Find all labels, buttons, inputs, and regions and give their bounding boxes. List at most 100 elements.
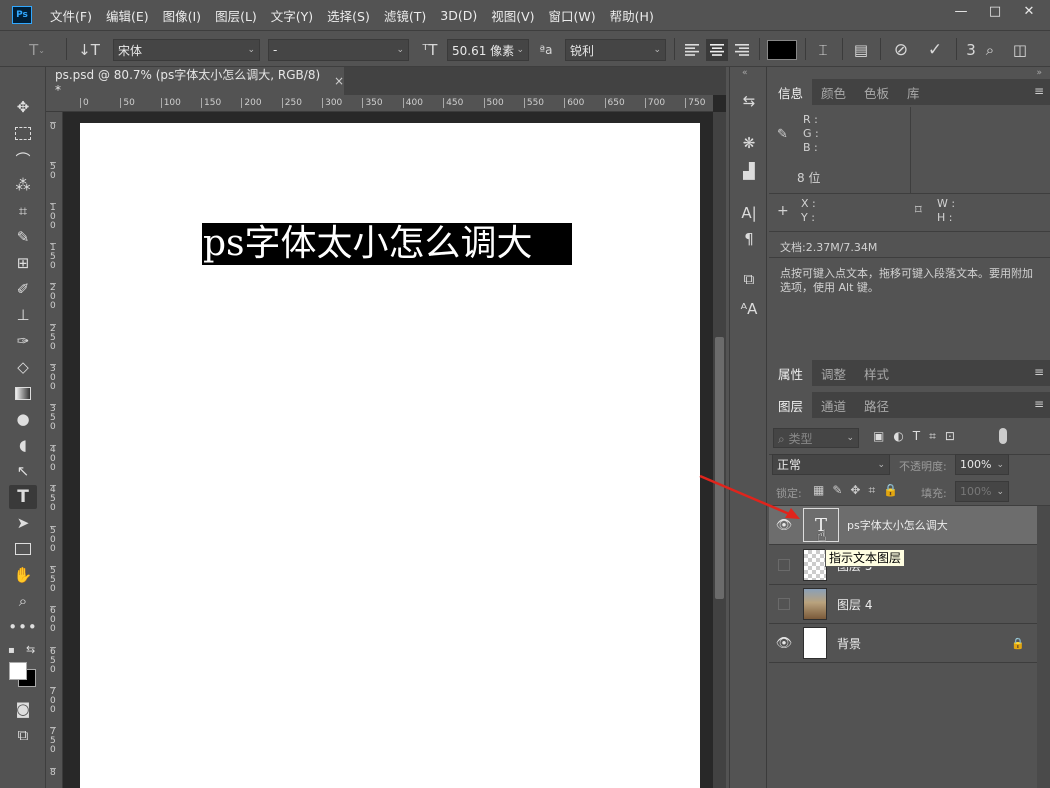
minimize-button[interactable]: — <box>944 0 978 22</box>
lock-icons[interactable]: ▦✎✥⌗🔒 <box>813 483 906 498</box>
blur-tool-icon[interactable]: ● <box>9 407 37 431</box>
tab-swatches[interactable]: 色板 <box>855 79 898 105</box>
type-tool-preset-icon[interactable]: T ⌄ <box>22 39 52 61</box>
expand-icon[interactable]: » <box>1036 68 1042 78</box>
zoom-tool-icon[interactable]: ⌕ <box>9 589 37 613</box>
rectangle-tool-icon[interactable] <box>9 537 37 561</box>
layer-name[interactable]: 图层 4 <box>837 596 872 613</box>
pen-tool-icon[interactable]: ↖ <box>9 459 37 483</box>
eraser-icon[interactable]: ◇ <box>9 355 37 379</box>
visibility-eye-icon[interactable]: 👁 <box>769 636 799 651</box>
histogram-panel-icon[interactable]: ▟ <box>736 159 762 183</box>
align-center-icon[interactable] <box>706 39 728 61</box>
layers-scrollbar[interactable] <box>1037 506 1050 788</box>
healing-brush-icon[interactable]: ⊞ <box>9 251 37 275</box>
close-window-button[interactable]: ✕ <box>1012 0 1046 22</box>
close-tab-icon[interactable]: × <box>334 74 344 88</box>
character-styles-icon[interactable]: ⧉ <box>736 267 762 291</box>
paragraph-panel-icon[interactable]: ¶ <box>736 227 762 251</box>
default-colors-icon[interactable]: ▪ <box>8 645 15 656</box>
quick-mask-icon[interactable]: ◙ <box>9 697 37 721</box>
tab-channels[interactable]: 通道 <box>812 392 855 418</box>
tab-libraries[interactable]: 库 <box>898 79 929 105</box>
commit-edit-icon[interactable]: ✓ <box>924 39 946 61</box>
paragraph-styles-icon[interactable]: ᴬA <box>736 297 762 321</box>
search-icon[interactable]: ⌕ <box>980 39 1000 61</box>
tab-styles[interactable]: 样式 <box>855 360 898 386</box>
3d-icon[interactable]: 3 <box>962 39 980 61</box>
menu-window[interactable]: 窗口(W) <box>549 6 596 25</box>
character-panel-icon[interactable]: ▤ <box>850 39 872 61</box>
font-style-select[interactable]: - ⌄ <box>268 39 409 61</box>
menu-layer[interactable]: 图层(L) <box>215 6 257 25</box>
menu-image[interactable]: 图像(I) <box>163 6 201 25</box>
marquee-tool-icon[interactable] <box>9 121 37 145</box>
lasso-tool-icon[interactable]: ⌒ <box>9 147 37 171</box>
tab-paths[interactable]: 路径 <box>855 392 898 418</box>
tab-layers[interactable]: 图层 <box>769 392 813 418</box>
cancel-edit-icon[interactable]: ⊘ <box>890 39 912 61</box>
warp-text-icon[interactable]: ⌶ <box>812 39 834 61</box>
navigator-panel-icon[interactable]: ❋ <box>736 131 762 155</box>
layer-filter-icons[interactable]: ▣◐T⌗⊡ <box>873 429 964 444</box>
more-tools-icon[interactable]: ••• <box>8 615 37 639</box>
layer-row-text[interactable]: 👁 T ps字体太小怎么调大 <box>769 506 1037 545</box>
antialias-select[interactable]: 锐利 ⌄ <box>565 39 666 61</box>
toggle-text-orientation-icon[interactable]: ↓T <box>76 39 102 61</box>
workspace-icon[interactable]: ◫ <box>1008 39 1032 61</box>
text-color-swatch[interactable] <box>767 40 797 60</box>
visibility-eye-icon[interactable]: 👁 <box>769 518 799 533</box>
layer-row-background[interactable]: 👁 背景 🔒 <box>769 624 1037 663</box>
menu-help[interactable]: 帮助(H) <box>610 6 654 25</box>
brush-tool-icon[interactable]: ✐ <box>9 277 37 301</box>
dodge-tool-icon[interactable]: ◖ <box>9 433 37 457</box>
layer-thumbnail[interactable] <box>803 549 827 581</box>
tab-properties[interactable]: 属性 <box>769 360 813 386</box>
tab-color[interactable]: 颜色 <box>812 79 855 105</box>
blend-mode-select[interactable]: 正常 ⌄ <box>772 454 890 475</box>
collapse-icon[interactable]: « <box>742 68 748 78</box>
menu-file[interactable]: 文件(F) <box>50 6 92 25</box>
magic-wand-icon[interactable]: ⁂ <box>9 173 37 197</box>
menu-type[interactable]: 文字(Y) <box>271 6 313 25</box>
screen-mode-icon[interactable]: ⧉ <box>9 723 37 747</box>
layer-row-4[interactable]: 图层 4 <box>769 585 1037 624</box>
font-family-select[interactable]: 宋体 ⌄ <box>113 39 260 61</box>
menu-filter[interactable]: 滤镜(T) <box>384 6 426 25</box>
align-right-icon[interactable] <box>732 39 752 61</box>
panel-menu-icon[interactable]: ≡ <box>1034 84 1044 98</box>
layer-name[interactable]: 背景 <box>837 635 861 652</box>
crop-tool-icon[interactable]: ⌗ <box>9 199 37 223</box>
menu-view[interactable]: 视图(V) <box>491 6 534 25</box>
move-tool-icon[interactable]: ✥ <box>9 95 37 119</box>
menu-edit[interactable]: 编辑(E) <box>106 6 149 25</box>
fill-input[interactable]: 100% ⌄ <box>955 481 1009 502</box>
layer-name[interactable]: ps字体太小怎么调大 <box>847 517 948 533</box>
photo-thumbnail[interactable] <box>803 588 827 620</box>
swap-colors-icon[interactable]: ⇆ <box>26 643 35 656</box>
panel-menu-icon[interactable]: ≡ <box>1034 397 1044 411</box>
layer-filter-select[interactable]: ⌕ 类型 ⌄ <box>773 428 859 448</box>
gradient-tool-icon[interactable] <box>9 381 37 405</box>
hand-tool-icon[interactable]: ✋ <box>9 563 37 587</box>
eyedropper-icon[interactable]: ✎ <box>9 225 37 249</box>
vertical-scrollbar[interactable] <box>713 112 726 788</box>
character-panel-icon[interactable]: A| <box>736 201 762 225</box>
path-selection-icon[interactable]: ➤ <box>9 511 37 535</box>
tab-info[interactable]: 信息 <box>769 79 813 105</box>
panel-menu-icon[interactable]: ≡ <box>1034 365 1044 379</box>
document-tab[interactable]: ps.psd @ 80.7% (ps字体太小怎么调大, RGB/8) * × <box>46 67 344 97</box>
history-panel-icon[interactable]: ⇆ <box>736 89 762 113</box>
menu-select[interactable]: 选择(S) <box>327 6 370 25</box>
filter-toggle-icon[interactable] <box>999 428 1007 444</box>
font-size-select[interactable]: 50.61 像素 ⌄ <box>447 39 529 61</box>
type-tool-icon[interactable]: T <box>9 485 37 509</box>
visibility-toggle-off[interactable] <box>778 598 790 610</box>
clone-stamp-icon[interactable]: ⊥ <box>9 303 37 327</box>
foreground-color-swatch[interactable] <box>9 662 27 680</box>
tab-adjustments[interactable]: 调整 <box>812 360 855 386</box>
visibility-toggle-off[interactable] <box>778 559 790 571</box>
opacity-input[interactable]: 100% ⌄ <box>955 454 1009 475</box>
selected-canvas-text[interactable]: ps字体太小怎么调大 <box>202 223 572 265</box>
history-brush-icon[interactable]: ✑ <box>9 329 37 353</box>
